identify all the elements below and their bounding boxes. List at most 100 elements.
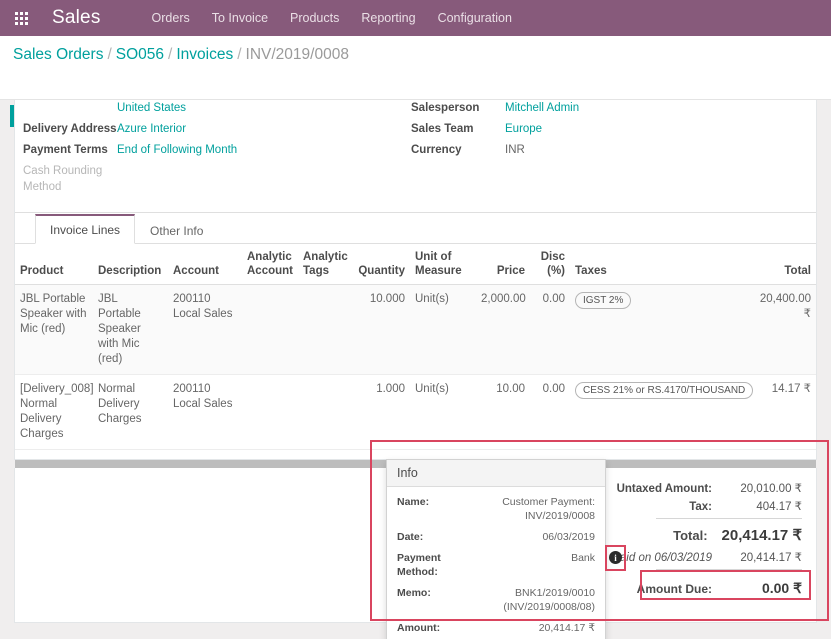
cell-account: 200110 Local Sales [168,284,242,375]
menu-item-products[interactable]: Products [279,11,350,25]
field-row-country: United States [23,100,423,118]
field-label-sales-team: Sales Team [411,123,474,135]
app-brand-sales[interactable]: Sales [52,7,101,29]
table-header-row: Product Description Account Analytic Acc… [15,244,816,285]
popover-title: Info [387,460,605,487]
popover-label-amount: Amount: [397,622,441,634]
popover-value-amount: 20,414.17 ₹ [538,622,595,634]
field-value-payment-terms[interactable]: End of Following Month [117,142,237,158]
form-group-right: Salesperson Mitchell Admin Sales Team Eu… [411,100,811,163]
apps-grid-icon[interactable] [6,11,36,25]
popover-value-memo: BNK1/2019/0010 (INV/2019/0008/08) [503,587,595,613]
cell-description: JBL Portable Speaker with Mic (red) [93,284,168,375]
cell-price: 2,000.00 [476,284,530,375]
field-label-payment-terms: Payment Terms [23,144,108,156]
totals-row-amount-due: Amount Due: 0.00 ₹ [602,575,802,598]
cell-uom: Unit(s) [410,284,476,375]
popover-value-payment-method: Bank [571,552,595,564]
field-row-delivery-address: Delivery Address Azure Interior [23,121,423,139]
notebook: Invoice Lines Other Info Product Descrip… [15,212,816,450]
totals-divider [656,569,802,570]
cell-analytic-account [242,374,298,450]
field-value-sales-team[interactable]: Europe [505,121,542,137]
field-label-currency: Currency [411,144,462,156]
cell-taxes: CESS 21% or RS.4170/THOUSAND [570,374,754,450]
top-navbar: Sales Orders To Invoice Products Reporti… [0,0,831,36]
breadcrumb-current-record: INV/2019/0008 [245,46,349,63]
popover-row-memo: Memo: BNK1/2019/0010 (INV/2019/0008/08) [397,586,595,614]
totals-row-tax: Tax: 404.17 ₹ [602,498,802,516]
field-value-delivery-address[interactable]: Azure Interior [117,121,186,137]
popover-row-name: Name: Customer Payment: INV/2019/0008 [397,495,595,523]
col-header-analytic-account[interactable]: Analytic Account [242,244,298,285]
popover-label-payment-method: Payment Method: [397,552,441,578]
popover-label-name: Name: [397,496,430,508]
tab-other-info[interactable]: Other Info [135,216,218,244]
field-value-salesperson[interactable]: Mitchell Admin [505,100,579,116]
cell-disc: 0.00 [530,284,570,375]
totals-row-untaxed: Untaxed Amount: 20,010.00 ₹ [602,480,802,498]
cell-product: JBL Portable Speaker with Mic (red) [15,284,93,375]
notebook-tabs: Invoice Lines Other Info [15,213,816,244]
breadcrumb-separator: / [168,46,173,63]
menu-item-orders[interactable]: Orders [141,11,201,25]
payment-info-popover: Info Name: Customer Payment: INV/2019/00… [386,459,606,639]
info-circle-icon[interactable]: i [609,551,622,564]
col-header-unit-of-measure[interactable]: Unit of Measure [410,244,476,285]
form-sheet: United States Delivery Address Azure Int… [14,100,817,460]
menu-item-reporting[interactable]: Reporting [350,11,426,25]
col-header-total[interactable]: Total [750,244,816,285]
field-row-currency: Currency INR [411,142,811,160]
col-header-description[interactable]: Description [93,244,168,285]
totals-divider [656,518,802,519]
cell-uom: Unit(s) [410,374,476,450]
col-header-price[interactable]: Price [476,244,530,285]
cell-analytic-tags [298,374,348,450]
field-label-delivery-address: Delivery Address [23,123,117,135]
popover-row-payment-method: Payment Method: Bank [397,551,595,579]
totals-value-total: 20,414.17 ₹ [721,527,802,544]
breadcrumb-item-sales-orders[interactable]: Sales Orders [13,46,103,63]
totals-label-tax: Tax: [689,501,712,513]
field-value-country[interactable]: United States [117,100,186,116]
menu-item-to-invoice[interactable]: To Invoice [201,11,279,25]
field-label-salesperson: Salesperson [411,102,480,114]
control-panel: Sales Orders / SO056/Invoices / INV/2019/000… [0,36,831,127]
popover-value-date: 06/03/2019 [542,531,595,543]
totals-label-paid: Paid on 06/03/2019 [612,552,712,564]
cell-analytic-account [242,284,298,375]
field-value-currency[interactable]: INR [505,142,525,158]
col-header-analytic-tags[interactable]: Analytic Tags [298,244,348,285]
totals-value-untaxed: 20,010.00 ₹ [740,483,802,495]
menu-item-configuration[interactable]: Configuration [427,11,523,25]
cell-product: [Delivery_008] Normal Delivery Charges [15,374,94,450]
cell-description: Normal Delivery Charges [93,374,168,450]
tab-invoice-lines[interactable]: Invoice Lines [35,214,136,244]
popover-body: Name: Customer Payment: INV/2019/0008 Da… [387,487,605,639]
field-row-payment-terms: Payment Terms End of Following Month [23,142,423,160]
totals-value-paid: 20,414.17 ₹ [740,552,802,564]
popover-label-memo: Memo: [397,587,431,599]
col-header-product[interactable]: Product [15,244,93,285]
totals-label-amount-due: Amount Due: [636,582,712,596]
cell-disc: 0.00 [530,374,570,450]
table-row[interactable]: [Delivery_008] Normal Delivery Charges N… [15,374,816,450]
cell-analytic-tags [298,284,348,375]
cell-taxes: IGST 2% [570,284,750,375]
field-label-cash-rounding-method: Cash Rounding Method [23,165,103,193]
totals-row-total: Total: 20,414.17 ₹ [602,522,802,545]
col-header-disc[interactable]: Disc (%) [530,244,570,285]
cell-total: 20,400.00 ₹ [750,284,816,375]
breadcrumb-separator: / [107,46,112,63]
nav-menu: Orders To Invoice Products Reporting Con… [141,11,523,25]
col-header-quantity[interactable]: Quantity [348,244,410,285]
col-header-taxes[interactable]: Taxes [570,244,750,285]
breadcrumb-item-so056[interactable]: SO056 [116,46,164,63]
cell-price: 10.00 [476,374,530,450]
totals-label-untaxed: Untaxed Amount: [616,483,712,495]
breadcrumb-item-invoices[interactable]: Invoices [176,46,233,63]
col-header-account[interactable]: Account [168,244,242,285]
tax-badge: CESS 21% or RS.4170/THOUSAND [575,382,754,399]
table-row[interactable]: JBL Portable Speaker with Mic (red) JBL … [15,284,816,375]
field-row-sales-team: Sales Team Europe [411,121,811,139]
